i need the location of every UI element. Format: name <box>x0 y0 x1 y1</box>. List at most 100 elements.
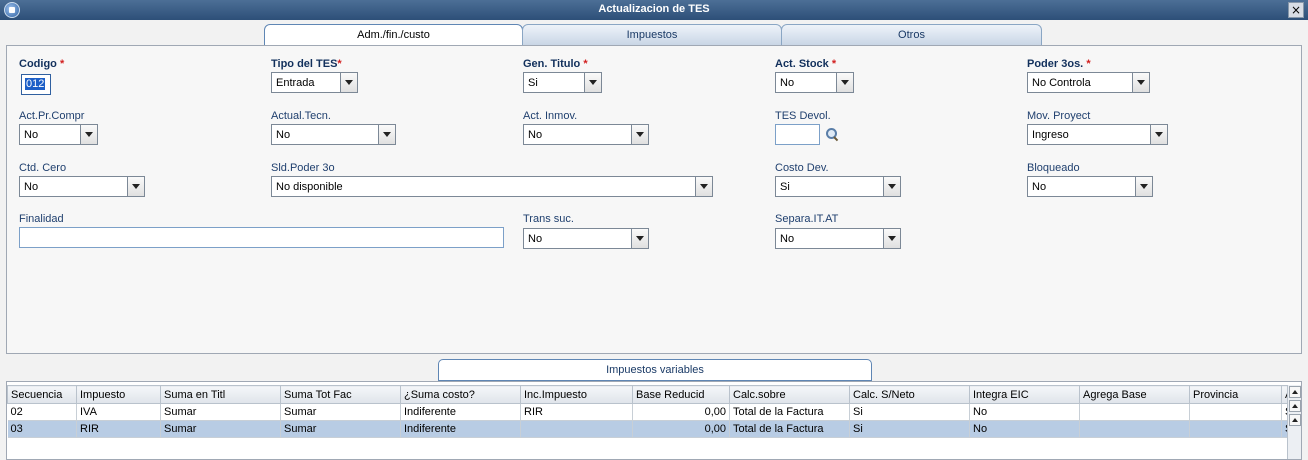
table-cell[interactable]: 0,00 <box>632 403 730 421</box>
vertical-scrollbar[interactable] <box>1287 385 1301 459</box>
impuestos-table: Secuencia Impuesto Suma en Titl Suma Tot… <box>7 385 1296 438</box>
chevron-down-icon[interactable] <box>340 73 357 92</box>
ctd-cero-select[interactable]: No <box>19 176 145 197</box>
scroll-up-icon[interactable] <box>1289 400 1301 412</box>
actual-tecn-select[interactable]: No <box>271 124 396 145</box>
tab-impuestos[interactable]: Impuestos <box>522 24 782 46</box>
actual-tecn-label: Actual.Tecn. <box>271 110 331 122</box>
table-cell[interactable]: RIR <box>76 420 161 438</box>
chevron-down-icon[interactable] <box>127 177 144 196</box>
gen-titulo-label: Gen. Titulo * <box>523 58 588 70</box>
finalidad-input[interactable] <box>19 227 504 248</box>
scroll-top-icon[interactable] <box>1289 386 1301 398</box>
column-header[interactable]: Calc. S/Neto <box>849 385 970 404</box>
close-button[interactable]: × <box>1288 2 1304 18</box>
table-cell[interactable]: IVA <box>76 403 161 421</box>
column-header[interactable]: Secuencia <box>7 385 77 404</box>
window-titlebar: Actualizacion de TES × <box>0 0 1308 20</box>
table-cell[interactable] <box>520 420 633 438</box>
table-cell[interactable] <box>1079 420 1190 438</box>
tipo-tes-select[interactable]: Entrada <box>271 72 358 93</box>
column-header[interactable]: Base Reducid <box>632 385 730 404</box>
table-row[interactable]: 03 RIR Sumar Sumar Indiferente 0,00 Tota… <box>7 420 1296 438</box>
chevron-down-icon[interactable] <box>80 125 97 144</box>
codigo-input[interactable]: 012 <box>21 74 51 95</box>
act-stock-label: Act. Stock * <box>775 58 837 70</box>
table-cell[interactable] <box>1079 403 1190 421</box>
sld-poder-3o-select[interactable]: No disponible <box>271 176 713 197</box>
table-cell[interactable]: Sumar <box>160 403 281 421</box>
table-cell[interactable] <box>1189 403 1282 421</box>
act-pr-compr-label: Act.Pr.Compr <box>19 110 85 122</box>
table-row[interactable]: 02 IVA Sumar Sumar Indiferente RIR 0,00 … <box>7 403 1296 421</box>
poder-3os-select[interactable]: No Controla <box>1027 72 1150 93</box>
tab-impuestos-variables[interactable]: Impuestos variables <box>438 359 872 381</box>
chevron-down-icon[interactable] <box>836 73 853 92</box>
chevron-down-icon[interactable] <box>584 73 601 92</box>
table-header-row: Secuencia Impuesto Suma en Titl Suma Tot… <box>7 385 1296 404</box>
table-cell[interactable]: Si <box>849 403 970 421</box>
table-cell[interactable]: No <box>969 420 1080 438</box>
chevron-down-icon[interactable] <box>883 177 900 196</box>
tes-devol-label: TES Devol. <box>775 110 831 122</box>
table-cell[interactable]: Si <box>849 420 970 438</box>
act-inmov-label: Act. Inmov. <box>523 110 578 122</box>
column-header[interactable]: Impuesto <box>76 385 161 404</box>
tes-devol-input[interactable] <box>775 124 820 145</box>
form-panel: Codigo * 012 Tipo del TES* Entrada Gen. … <box>6 45 1302 354</box>
chevron-down-icon[interactable] <box>883 229 900 248</box>
chevron-down-icon[interactable] <box>631 125 648 144</box>
sld-poder-3o-label: Sld.Poder 3o <box>271 162 335 174</box>
window-title: Actualizacion de TES <box>598 3 710 15</box>
costo-dev-select[interactable]: Si <box>775 176 901 197</box>
chevron-down-icon[interactable] <box>1132 73 1149 92</box>
table-cell[interactable]: No <box>969 403 1080 421</box>
chevron-down-icon[interactable] <box>695 177 712 196</box>
gen-titulo-select[interactable]: Si <box>523 72 602 93</box>
ctd-cero-label: Ctd. Cero <box>19 162 67 174</box>
act-stock-select[interactable]: No <box>775 72 854 93</box>
poder-3os-label: Poder 3os. * <box>1027 58 1091 70</box>
tab-otros[interactable]: Otros <box>781 24 1042 46</box>
table-cell[interactable]: Sumar <box>280 420 401 438</box>
column-header[interactable]: Suma Tot Fac <box>280 385 401 404</box>
bloqueado-select[interactable]: No <box>1027 176 1153 197</box>
column-header[interactable]: Agrega Base <box>1079 385 1190 404</box>
table-cell[interactable]: Total de la Factura <box>729 403 850 421</box>
chevron-down-icon[interactable] <box>631 229 648 248</box>
table-cell[interactable]: Total de la Factura <box>729 420 850 438</box>
column-header[interactable]: Suma en Titl <box>160 385 281 404</box>
tipo-tes-label: Tipo del TES* <box>271 58 342 70</box>
bloqueado-label: Bloqueado <box>1027 162 1080 174</box>
table-cell[interactable]: Indiferente <box>400 403 521 421</box>
separa-it-at-select[interactable]: No <box>775 228 901 249</box>
chevron-down-icon[interactable] <box>1150 125 1167 144</box>
chevron-down-icon[interactable] <box>1135 177 1152 196</box>
costo-dev-label: Costo Dev. <box>775 162 829 174</box>
chevron-down-icon[interactable] <box>378 125 395 144</box>
table-cell[interactable] <box>1189 420 1282 438</box>
act-pr-compr-select[interactable]: No <box>19 124 98 145</box>
table-cell[interactable]: Indiferente <box>400 420 521 438</box>
column-header[interactable]: ¿Suma costo? <box>400 385 521 404</box>
column-header[interactable]: Integra EIC <box>969 385 1080 404</box>
separa-it-at-label: Separa.IT.AT <box>775 213 839 225</box>
act-inmov-select[interactable]: No <box>523 124 649 145</box>
table-cell[interactable]: 0,00 <box>632 420 730 438</box>
mov-proyect-label: Mov. Proyect <box>1027 110 1091 122</box>
table-cell[interactable]: Sumar <box>160 420 281 438</box>
table-cell[interactable]: 03 <box>7 420 77 438</box>
scroll-up-icon[interactable] <box>1289 414 1301 426</box>
table-cell[interactable]: 02 <box>7 403 77 421</box>
search-icon[interactable] <box>825 127 839 141</box>
finalidad-label: Finalidad <box>19 213 64 225</box>
column-header[interactable]: Inc.Impuesto <box>520 385 633 404</box>
column-header[interactable]: Provincia <box>1189 385 1282 404</box>
trans-suc-select[interactable]: No <box>523 228 649 249</box>
table-cell[interactable]: Sumar <box>280 403 401 421</box>
tab-adm-fin-custo[interactable]: Adm./fin./custo <box>264 24 523 46</box>
table-cell[interactable]: RIR <box>520 403 633 421</box>
mov-proyect-select[interactable]: Ingreso <box>1027 124 1168 145</box>
impuestos-grid: Secuencia Impuesto Suma en Titl Suma Tot… <box>6 381 1302 460</box>
column-header[interactable]: Calc.sobre <box>729 385 850 404</box>
